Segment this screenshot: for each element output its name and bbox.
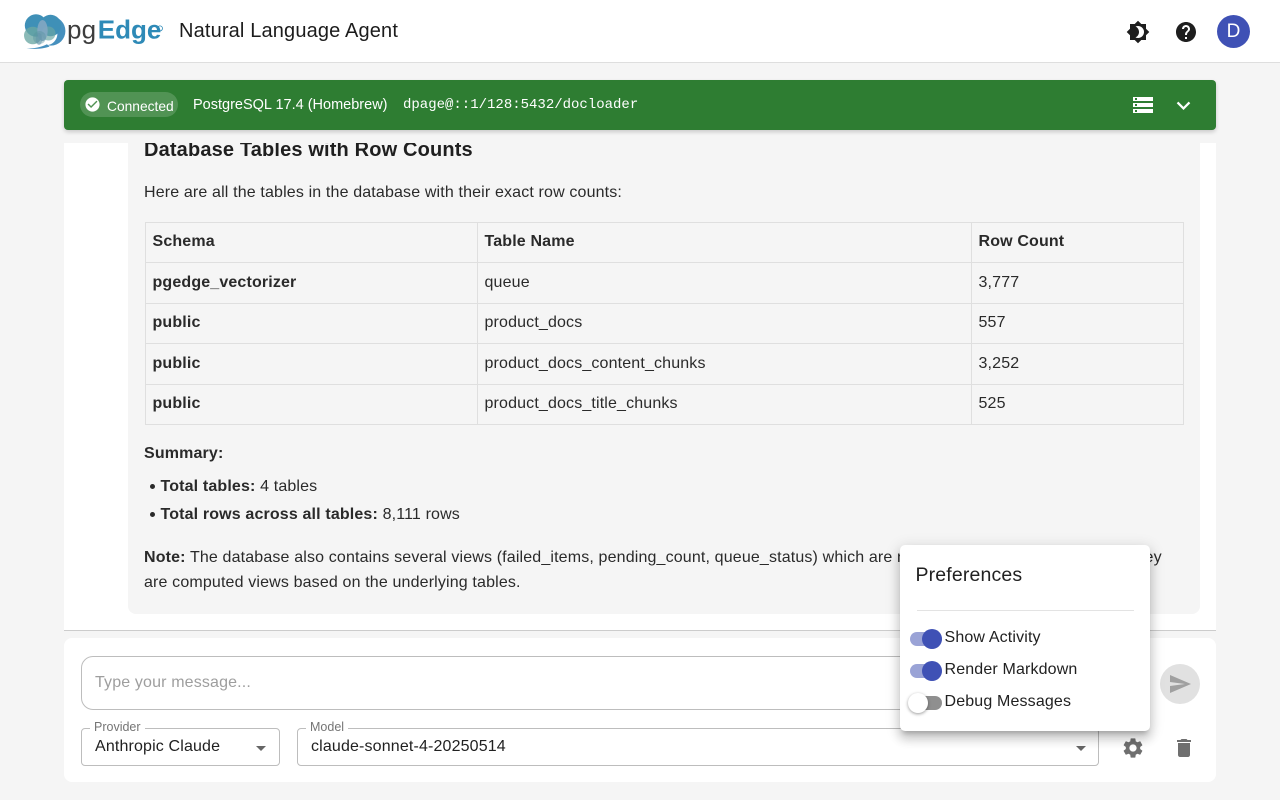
svg-text:pg: pg xyxy=(67,14,96,44)
svg-text:Edge: Edge xyxy=(98,14,162,44)
